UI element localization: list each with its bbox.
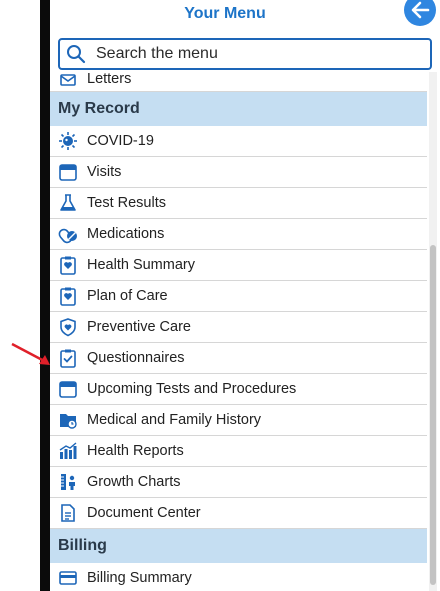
back-button[interactable] [404, 0, 436, 26]
scrollbar-thumb[interactable] [430, 245, 436, 585]
menu-item-document-center[interactable]: Document Center [50, 498, 427, 529]
clipboard-heart-icon [58, 286, 78, 306]
menu-item-label: Test Results [87, 195, 166, 211]
menu-item-label: Health Reports [87, 443, 184, 459]
page-title: Your Menu [184, 5, 266, 22]
calendar-icon [58, 379, 78, 399]
menu-item-label: COVID-19 [87, 133, 154, 149]
folder-clock-icon [58, 410, 78, 430]
menu-item-covid-19[interactable]: COVID-19 [50, 126, 427, 157]
menu-panel: Your Menu Letters My Record COVID-19 [50, 0, 440, 591]
search-input[interactable] [94, 44, 398, 64]
menu-item-plan-of-care[interactable]: Plan of Care [50, 281, 427, 312]
flask-icon [58, 193, 78, 213]
menu-item-medications[interactable]: Medications [50, 219, 427, 250]
menu-list: Letters My Record COVID-19 Visits Test R… [50, 72, 427, 591]
shield-heart-icon [58, 317, 78, 337]
menu-item-visits[interactable]: Visits [50, 157, 427, 188]
arrow-left-icon [411, 1, 430, 19]
menu-item-label: Upcoming Tests and Procedures [87, 381, 297, 397]
menu-item-letters[interactable]: Letters [50, 72, 427, 92]
section-header-billing: Billing [50, 529, 427, 563]
document-icon [58, 503, 78, 523]
menu-item-label: Growth Charts [87, 474, 181, 490]
billing-icon [58, 568, 78, 588]
menu-item-preventive-care[interactable]: Preventive Care [50, 312, 427, 343]
growth-chart-icon [58, 472, 78, 492]
menu-item-label: Questionnaires [87, 350, 185, 366]
clipboard-check-icon [58, 348, 78, 368]
pills-icon [58, 224, 78, 244]
search-icon [67, 45, 86, 64]
section-header-my-record: My Record [50, 92, 427, 126]
menu-item-medical-family-history[interactable]: Medical and Family History [50, 405, 427, 436]
panel-edge [40, 0, 50, 591]
envelope-icon [58, 72, 78, 89]
menu-item-label: Letters [87, 72, 132, 87]
menu-item-label: Plan of Care [87, 288, 168, 304]
search-box[interactable] [58, 38, 432, 70]
calendar-icon [58, 162, 78, 182]
menu-item-label: Medications [87, 226, 165, 242]
virus-icon [58, 131, 78, 151]
menu-item-label: Health Summary [87, 257, 195, 273]
menu-item-billing-summary[interactable]: Billing Summary [50, 563, 427, 591]
menu-item-test-results[interactable]: Test Results [50, 188, 427, 219]
menu-header: Your Menu [50, 0, 440, 30]
menu-item-upcoming-tests[interactable]: Upcoming Tests and Procedures [50, 374, 427, 405]
menu-item-label: Medical and Family History [87, 412, 262, 428]
bar-chart-icon [58, 441, 78, 461]
menu-item-growth-charts[interactable]: Growth Charts [50, 467, 427, 498]
annotation-arrow-icon [11, 342, 50, 365]
menu-item-health-summary[interactable]: Health Summary [50, 250, 427, 281]
clipboard-heart-icon [58, 255, 78, 275]
menu-item-label: Document Center [87, 505, 201, 521]
menu-item-label: Preventive Care [87, 319, 191, 335]
menu-item-label: Visits [87, 164, 122, 180]
menu-item-questionnaires[interactable]: Questionnaires [50, 343, 427, 374]
menu-item-health-reports[interactable]: Health Reports [50, 436, 427, 467]
menu-item-label: Billing Summary [87, 570, 192, 586]
